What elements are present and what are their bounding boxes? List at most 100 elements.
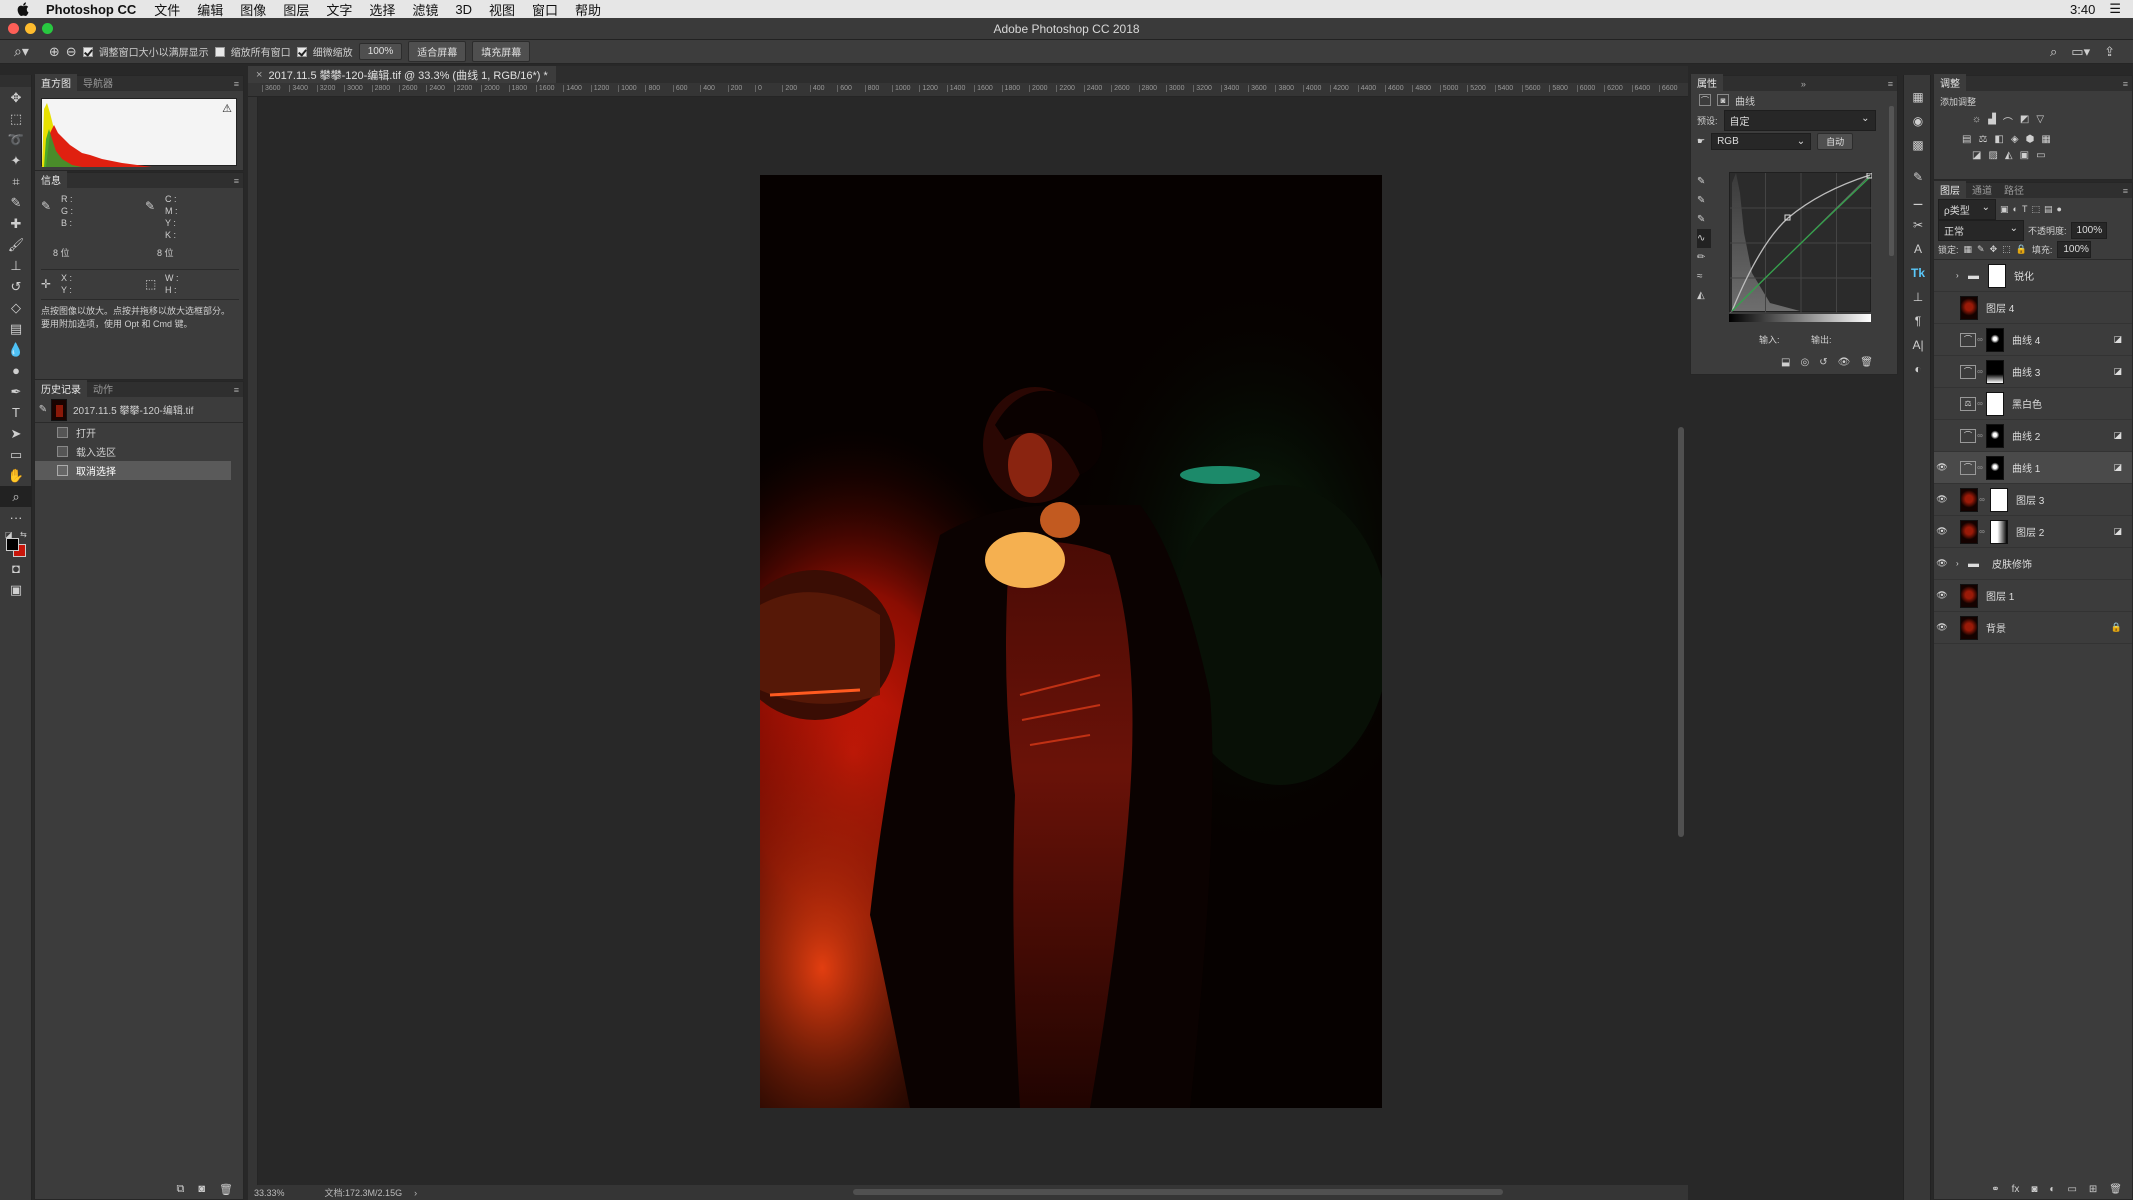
layer-thumbnail[interactable] [1960, 519, 1978, 544]
path-selection-tool-icon[interactable]: ➤ [0, 423, 32, 444]
tab-navigator[interactable]: 导航器 [77, 74, 119, 91]
glyphs-icon[interactable]: A| [1904, 333, 1932, 357]
share-icon[interactable]: ⇪ [2104, 44, 2115, 60]
apple-icon[interactable] [14, 0, 32, 18]
photo-filter-icon[interactable]: ◈ [2011, 134, 2019, 145]
layer-row[interactable]: ⚖ ∞ 黑白色 [1934, 388, 2132, 420]
healing-brush-tool-icon[interactable]: ✚ [0, 213, 32, 234]
smooth-curve-icon[interactable]: ≈ [1697, 267, 1711, 286]
character-icon[interactable]: A [1904, 237, 1932, 261]
white-point-eyedropper-icon[interactable]: ✎ [1697, 210, 1711, 229]
blur-tool-icon[interactable]: 💧 [0, 339, 32, 360]
rectangle-tool-icon[interactable]: ▭ [0, 444, 32, 465]
document-size[interactable]: 文档:172.3M/2.15G [325, 1186, 403, 1199]
filter-shape-icon[interactable]: ⬚ [2031, 204, 2040, 215]
fill-screen-button[interactable]: 填充屏幕 [472, 41, 531, 62]
learn-icon[interactable]: ◐ [1904, 357, 1932, 381]
paragraph-icon[interactable]: ¶ [1904, 309, 1932, 333]
filter-pixel-icon[interactable]: ▣ [2000, 204, 2009, 215]
posterize-icon[interactable]: ▨ [1988, 150, 1997, 161]
levels-icon[interactable]: ▟ [1988, 114, 1996, 129]
minimize-window-button[interactable] [25, 23, 36, 34]
layer-mask-thumbnail[interactable] [1986, 327, 2004, 352]
pen-tool-icon[interactable]: ✒ [0, 381, 32, 402]
layer-mask-thumbnail[interactable] [1986, 455, 2004, 480]
history-step[interactable]: 载入选区 [35, 442, 243, 461]
new-document-from-state-icon[interactable]: ⧉ [177, 1183, 185, 1196]
tab-properties[interactable]: 属性 [1691, 74, 1723, 91]
brush-tool-icon[interactable]: 🖌 [0, 234, 32, 255]
collapse-panel-icon[interactable]: » [1801, 79, 1806, 89]
trash-icon[interactable]: 🗑 [2109, 1184, 2122, 1195]
toolbar-header[interactable] [0, 75, 31, 87]
channel-select[interactable]: RGB ⌄ [1711, 132, 1812, 150]
mask-link-icon[interactable]: ∞ [1978, 527, 1986, 536]
tab-layers[interactable]: 图层 [1934, 181, 1966, 198]
hue-saturation-icon[interactable]: ▤ [1962, 134, 1971, 145]
lock-position-icon[interactable]: ✥ [1990, 244, 1998, 255]
horizontal-ruler[interactable]: 3600 3400 3200 3000 2800 2600 2400 2200 2000 1800… [248, 83, 1688, 97]
clone-stamp-tool-icon[interactable]: ⊥ [0, 255, 32, 276]
workspace-icon[interactable]: ▭▾ [2071, 44, 2090, 60]
marquee-tool-icon[interactable]: ⬚ [0, 108, 32, 129]
swap-colors-icon[interactable]: ⇆ [20, 530, 27, 539]
layer-row[interactable]: ⌒ ∞ 曲线 4 ◪ [1934, 324, 2132, 356]
color-lookup-icon[interactable]: ▦ [2041, 134, 2050, 145]
visibility-eye-icon[interactable]: 👁 [1934, 590, 1950, 601]
clone-source-icon[interactable]: ⊥ [1904, 285, 1932, 309]
mask-link-icon[interactable]: ∞ [1976, 463, 1984, 472]
visibility-eye-icon[interactable]: 👁 [1934, 558, 1950, 569]
brush-presets-icon[interactable]: ⚊ [1904, 189, 1932, 213]
curves-adjustment-icon[interactable]: ⌒ [1960, 364, 1976, 379]
mask-icon[interactable]: ◙ [1717, 94, 1729, 106]
menu-layer[interactable]: 图层 [283, 0, 309, 19]
tab-channels[interactable]: 通道 [1966, 181, 1998, 198]
more-tools-icon[interactable]: ··· [0, 507, 32, 528]
move-tool-icon[interactable]: ✥ [0, 87, 32, 108]
layer-row[interactable]: 👁 ∞ 图层 3 [1934, 484, 2132, 516]
eraser-tool-icon[interactable]: ◇ [0, 297, 32, 318]
trash-icon[interactable]: 🗑 [1860, 357, 1873, 368]
selective-color-icon[interactable]: ▣ [2020, 150, 2029, 161]
mask-link-icon[interactable]: ∞ [1976, 367, 1984, 376]
expand-arrow-icon[interactable]: › [1956, 271, 1968, 280]
new-layer-icon[interactable]: ⊞ [2089, 1184, 2097, 1195]
eyedropper-tool-icon[interactable]: ✎ [0, 192, 32, 213]
opacity-field[interactable]: 100% [2070, 221, 2107, 239]
tab-actions[interactable]: 动作 [87, 380, 119, 397]
layer-style-icon[interactable]: fx [2012, 1184, 2020, 1195]
pencil-curve-icon[interactable]: ✏ [1697, 248, 1711, 267]
layer-smart-badge-icon[interactable]: ◪ [2113, 462, 2122, 473]
lock-transparent-icon[interactable]: ▦ [1964, 244, 1973, 255]
layer-smart-badge-icon[interactable]: ◪ [2113, 366, 2122, 377]
zoom-tool-preset-icon[interactable]: ⌕▾ [14, 43, 29, 60]
hand-tool-icon[interactable]: ✋ [0, 465, 32, 486]
plugin-tk-icon[interactable]: Tk [1904, 261, 1932, 285]
tab-info[interactable]: 信息 [35, 171, 67, 188]
add-mask-icon[interactable]: ◙ [2031, 1184, 2037, 1195]
tab-paths[interactable]: 路径 [1998, 181, 2030, 198]
tool-presets-icon[interactable]: ✂ [1904, 213, 1932, 237]
menu-select[interactable]: 选择 [369, 0, 395, 19]
color-balance-icon[interactable]: ⚖ [1978, 134, 1987, 145]
panel-menu-icon[interactable]: ≡ [2123, 186, 2128, 196]
filter-smart-icon[interactable]: ▤ [2044, 204, 2053, 215]
gradient-map-icon[interactable]: ▭ [2036, 150, 2045, 161]
history-brush-tool-icon[interactable]: ↺ [0, 276, 32, 297]
tab-adjustments[interactable]: 调整 [1934, 74, 1966, 91]
tab-history[interactable]: 历史记录 [35, 380, 87, 397]
mask-link-icon[interactable]: ∞ [1978, 495, 1986, 504]
history-step-selected[interactable]: 取消选择 [35, 461, 231, 480]
visibility-eye-icon[interactable]: 👁 [1934, 526, 1950, 537]
zoom-all-checkbox[interactable] [214, 46, 225, 57]
vertical-scrollbar[interactable] [1678, 97, 1684, 1185]
vibrance-icon[interactable]: ▽ [2036, 114, 2044, 129]
channel-mixer-icon[interactable]: ⬢ [2026, 134, 2035, 145]
vertical-scroll-thumb[interactable] [1678, 427, 1684, 837]
menu-type[interactable]: 文字 [326, 0, 352, 19]
gray-point-eyedropper-icon[interactable]: ✎ [1697, 191, 1711, 210]
foreground-color-swatch[interactable] [6, 538, 19, 551]
warning-icon[interactable]: ⚠ [222, 102, 232, 115]
swatches-icon[interactable]: ▩ [1904, 133, 1932, 157]
brush-settings-icon[interactable]: ✎ [1904, 165, 1932, 189]
